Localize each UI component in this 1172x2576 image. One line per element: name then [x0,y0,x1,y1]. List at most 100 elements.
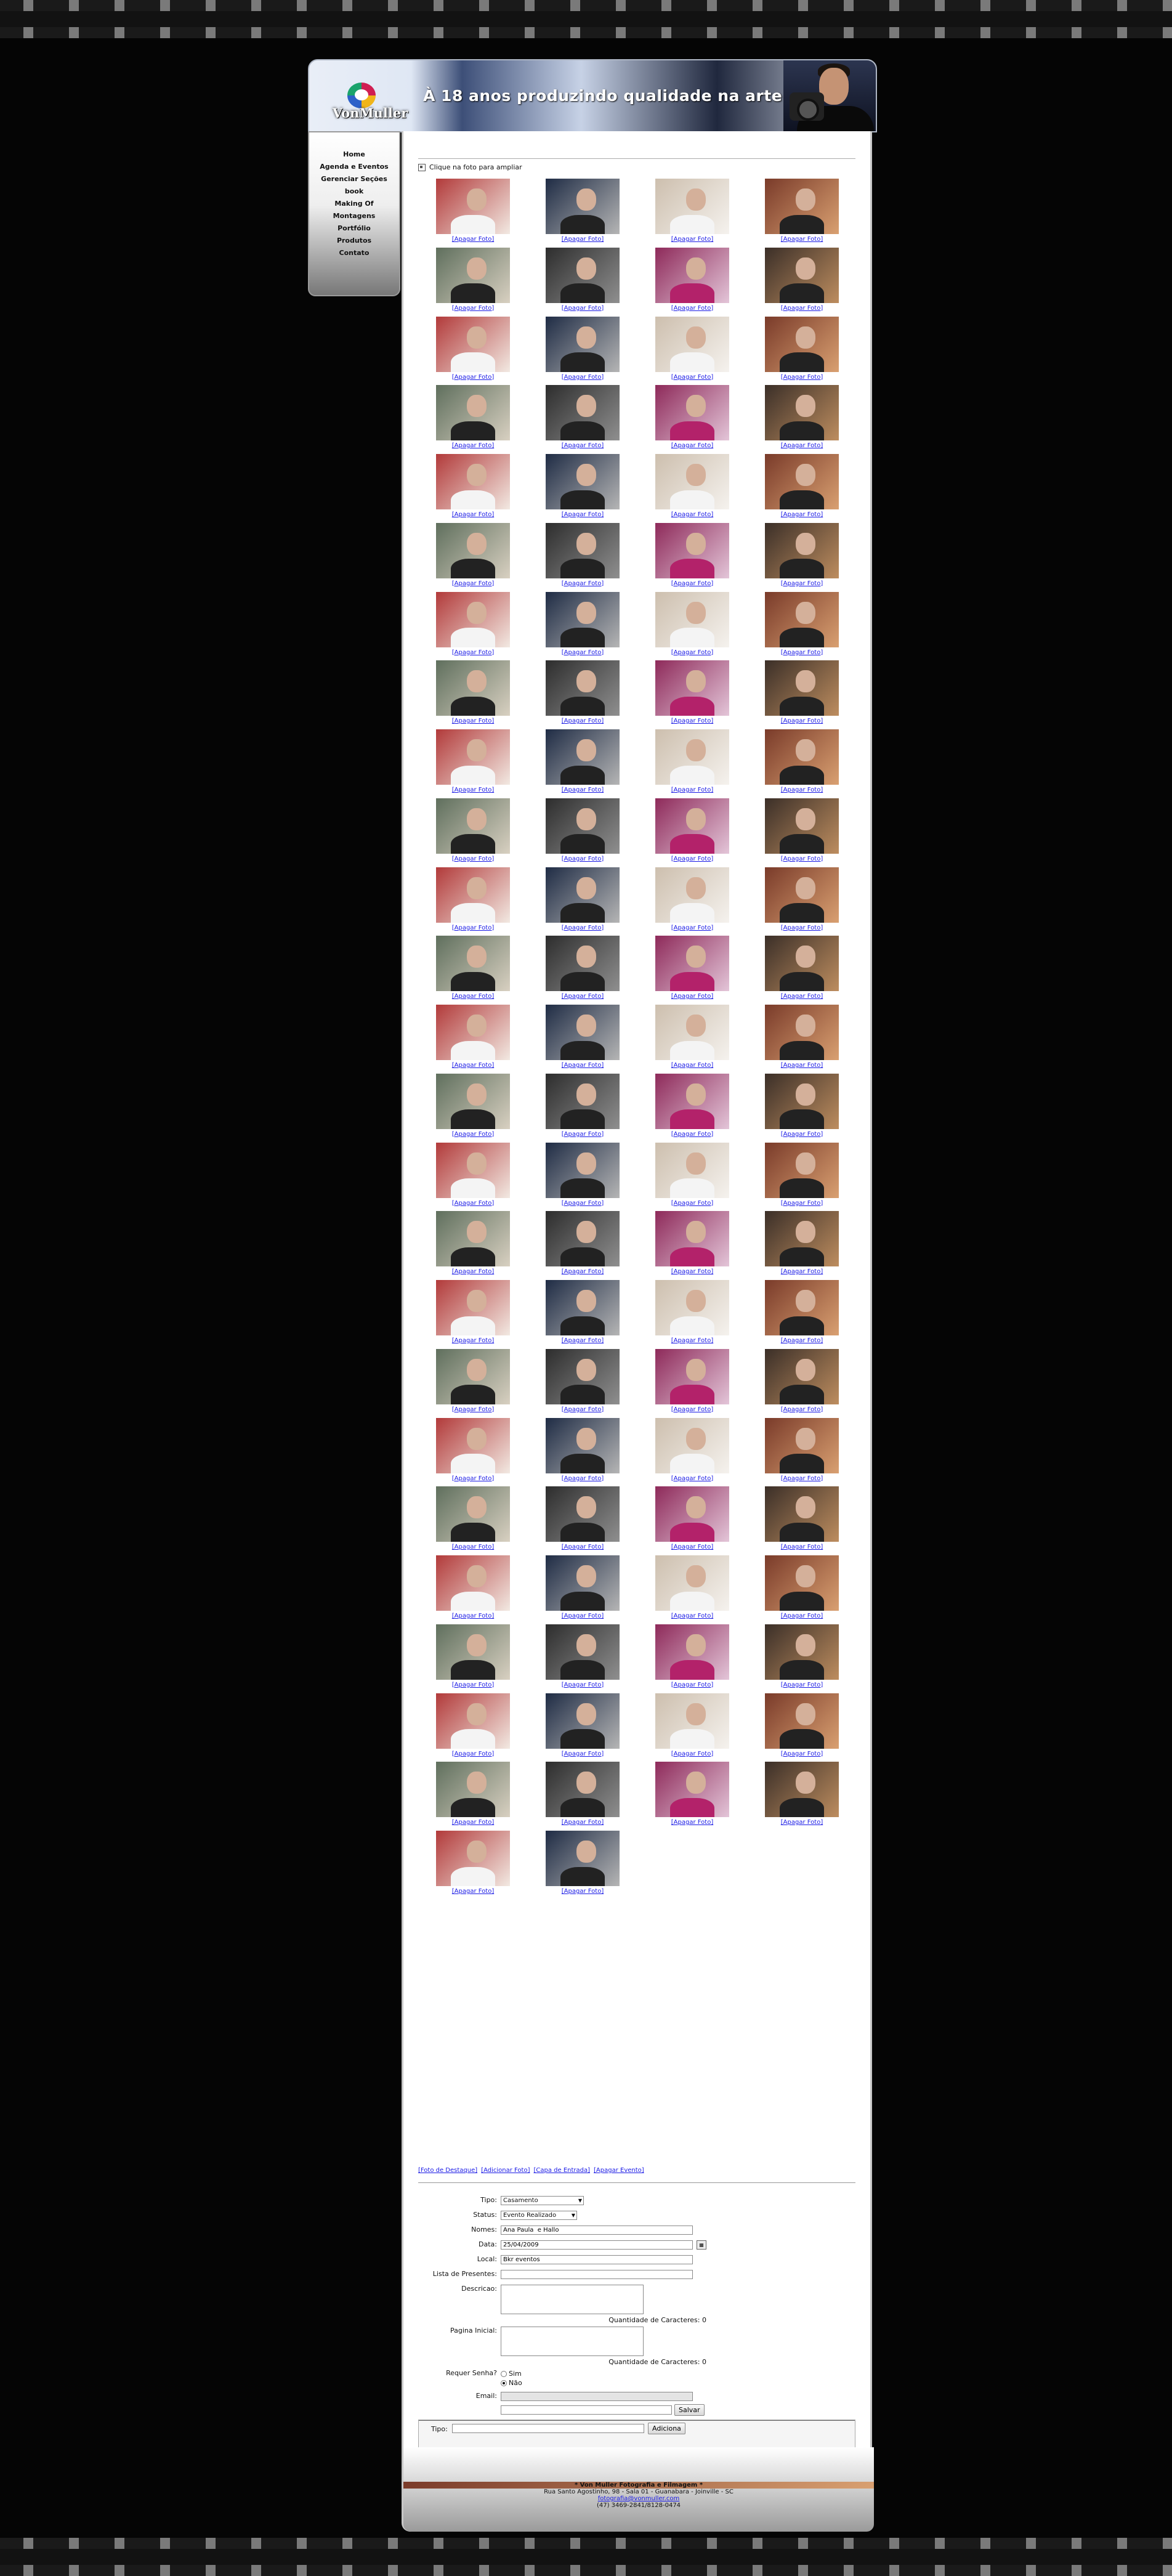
photo-thumbnail[interactable] [436,1831,510,1886]
delete-photo-link[interactable]: [Apagar Foto] [781,305,823,312]
menu-item-2[interactable]: Gerenciar Seções [309,173,399,185]
delete-photo-link[interactable]: [Apagar Foto] [562,993,604,1000]
photo-thumbnail[interactable] [546,1417,620,1473]
photo-thumbnail[interactable] [765,798,839,854]
delete-photo-link[interactable]: [Apagar Foto] [671,374,713,381]
photo-thumbnail[interactable] [655,1211,729,1267]
delete-photo-link[interactable]: [Apagar Foto] [562,1819,604,1826]
photo-thumbnail[interactable] [546,385,620,441]
apagar-evento-link[interactable]: [Apagar Evento] [594,2167,644,2174]
delete-photo-link[interactable]: [Apagar Foto] [781,925,823,931]
delete-photo-link[interactable]: [Apagar Foto] [562,236,604,243]
photo-thumbnail[interactable] [546,1486,620,1542]
photo-thumbnail[interactable] [765,1280,839,1335]
delete-photo-link[interactable]: [Apagar Foto] [781,1062,823,1069]
delete-photo-link[interactable]: [Apagar Foto] [781,511,823,518]
photo-thumbnail[interactable] [546,179,620,234]
delete-photo-link[interactable]: [Apagar Foto] [671,649,713,656]
delete-photo-link[interactable]: [Apagar Foto] [452,1131,494,1138]
photo-thumbnail[interactable] [765,1555,839,1611]
photo-thumbnail[interactable] [765,385,839,441]
photo-thumbnail[interactable] [655,1417,729,1473]
nomes-input[interactable] [501,2226,693,2235]
photo-thumbnail[interactable] [765,522,839,578]
photo-thumbnail[interactable] [436,1624,510,1680]
photo-thumbnail[interactable] [655,1693,729,1749]
photo-thumbnail[interactable] [655,1348,729,1404]
delete-photo-link[interactable]: [Apagar Foto] [671,1819,713,1826]
photo-thumbnail[interactable] [546,522,620,578]
delete-photo-link[interactable]: [Apagar Foto] [452,1888,494,1895]
delete-photo-link[interactable]: [Apagar Foto] [452,1682,494,1688]
photo-thumbnail[interactable] [436,660,510,716]
photo-thumbnail[interactable] [765,1693,839,1749]
delete-photo-link[interactable]: [Apagar Foto] [562,1682,604,1688]
delete-photo-link[interactable]: [Apagar Foto] [671,1062,713,1069]
photo-thumbnail[interactable] [546,454,620,509]
delete-photo-link[interactable]: [Apagar Foto] [671,1682,713,1688]
photo-thumbnail[interactable] [765,1142,839,1198]
delete-photo-link[interactable]: [Apagar Foto] [671,236,713,243]
photo-thumbnail[interactable] [655,179,729,234]
photo-thumbnail[interactable] [655,454,729,509]
photo-thumbnail[interactable] [546,1142,620,1198]
delete-photo-link[interactable]: [Apagar Foto] [452,1751,494,1757]
photo-thumbnail[interactable] [546,1348,620,1404]
photo-thumbnail[interactable] [436,867,510,923]
delete-photo-link[interactable]: [Apagar Foto] [781,1613,823,1619]
delete-photo-link[interactable]: [Apagar Foto] [671,1337,713,1344]
extra-input[interactable] [501,2405,672,2415]
photo-thumbnail[interactable] [765,1624,839,1680]
delete-photo-link[interactable]: [Apagar Foto] [452,787,494,793]
delete-photo-link[interactable]: [Apagar Foto] [781,236,823,243]
menu-item-1[interactable]: Agenda e Eventos [309,161,399,173]
footer-email-link[interactable]: fotografia@vonmuller.com [403,2495,874,2502]
photo-thumbnail[interactable] [546,1831,620,1886]
photo-thumbnail[interactable] [765,179,839,234]
photo-thumbnail[interactable] [436,1348,510,1404]
delete-photo-link[interactable]: [Apagar Foto] [781,1200,823,1207]
delete-photo-link[interactable]: [Apagar Foto] [781,649,823,656]
photo-thumbnail[interactable] [436,936,510,992]
photo-thumbnail[interactable] [655,660,729,716]
capa-entrada-link[interactable]: [Capa de Entrada] [533,2167,590,2174]
photo-thumbnail[interactable] [546,936,620,992]
photo-thumbnail[interactable] [765,1005,839,1060]
delete-photo-link[interactable]: [Apagar Foto] [562,1888,604,1895]
photo-thumbnail[interactable] [655,867,729,923]
delete-photo-link[interactable]: [Apagar Foto] [452,925,494,931]
menu-item-5[interactable]: Montagens [309,210,399,222]
photo-thumbnail[interactable] [436,1417,510,1473]
photo-thumbnail[interactable] [765,454,839,509]
delete-photo-link[interactable]: [Apagar Foto] [671,580,713,587]
delete-photo-link[interactable]: [Apagar Foto] [562,305,604,312]
delete-photo-link[interactable]: [Apagar Foto] [452,1200,494,1207]
menu-item-6[interactable]: Portfólio [309,222,399,235]
senha-sim-radio[interactable]: Sim [501,2369,522,2378]
delete-photo-link[interactable]: [Apagar Foto] [671,993,713,1000]
photo-thumbnail[interactable] [436,316,510,372]
delete-photo-link[interactable]: [Apagar Foto] [452,580,494,587]
pagina-inicial-textarea[interactable] [501,2327,644,2356]
delete-photo-link[interactable]: [Apagar Foto] [671,1268,713,1275]
photo-thumbnail[interactable] [765,1486,839,1542]
delete-photo-link[interactable]: [Apagar Foto] [781,442,823,449]
delete-photo-link[interactable]: [Apagar Foto] [452,1475,494,1482]
photo-thumbnail[interactable] [655,316,729,372]
delete-photo-link[interactable]: [Apagar Foto] [452,374,494,381]
menu-item-0[interactable]: Home [309,148,399,161]
delete-photo-link[interactable]: [Apagar Foto] [781,856,823,862]
photo-thumbnail[interactable] [546,1555,620,1611]
delete-photo-link[interactable]: [Apagar Foto] [452,1268,494,1275]
adiciona-button[interactable]: Adiciona [648,2423,685,2434]
photo-thumbnail[interactable] [436,591,510,647]
delete-photo-link[interactable]: [Apagar Foto] [671,1406,713,1413]
delete-photo-link[interactable]: [Apagar Foto] [562,1131,604,1138]
photo-thumbnail[interactable] [436,798,510,854]
delete-photo-link[interactable]: [Apagar Foto] [452,511,494,518]
photo-thumbnail[interactable] [436,1555,510,1611]
photo-thumbnail[interactable] [546,1073,620,1129]
photo-thumbnail[interactable] [655,729,729,785]
delete-photo-link[interactable]: [Apagar Foto] [562,856,604,862]
photo-thumbnail[interactable] [655,1762,729,1818]
